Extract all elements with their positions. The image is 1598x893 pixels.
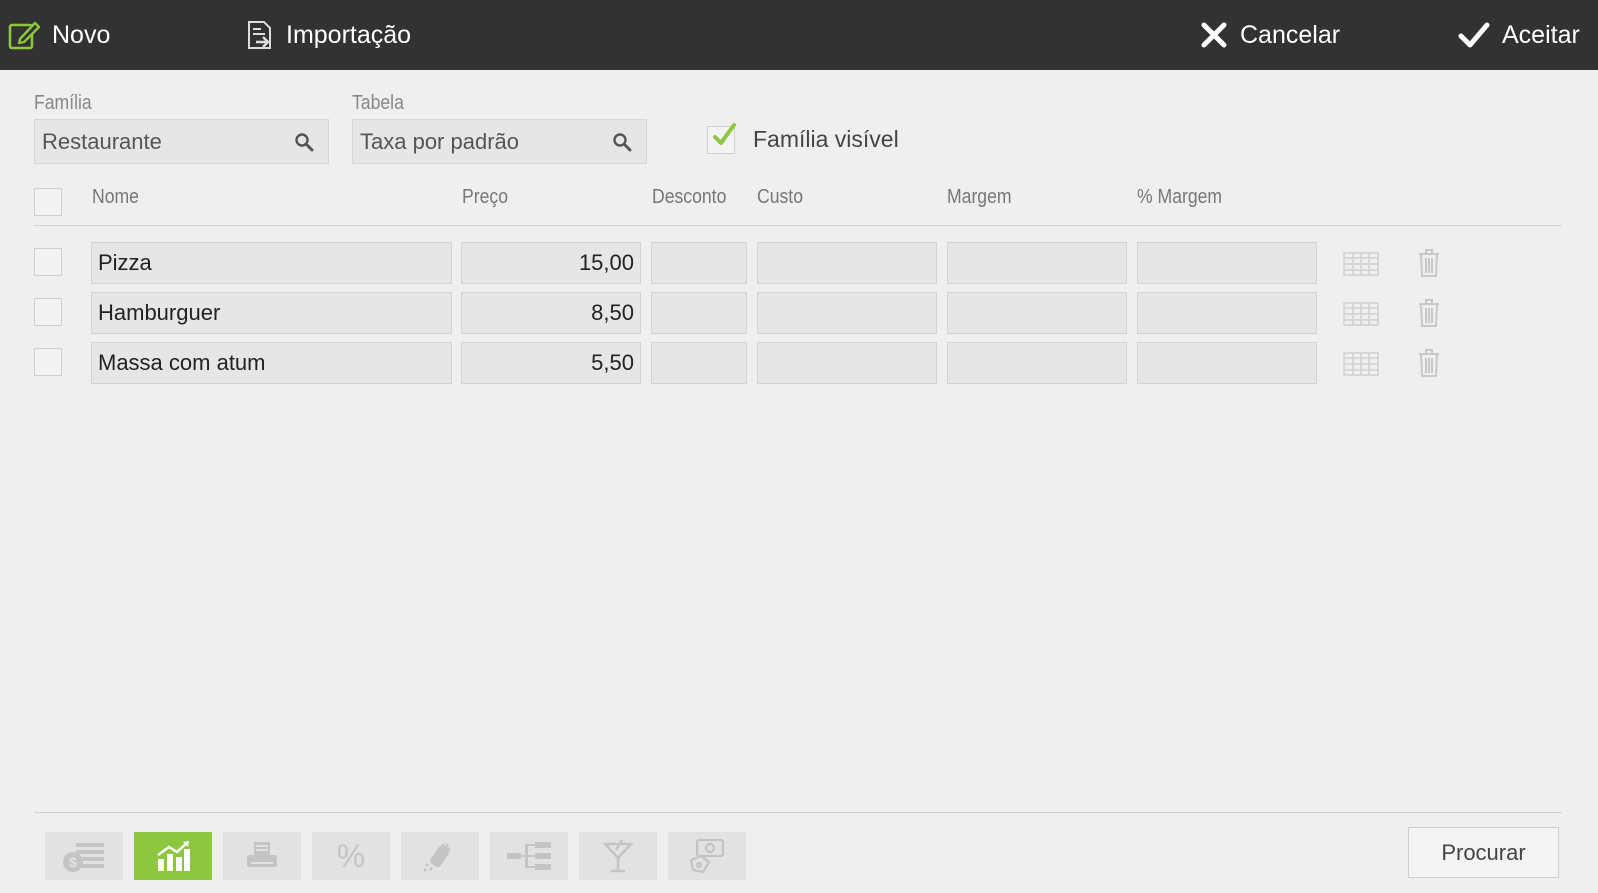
column-header-name[interactable]: Nome	[92, 186, 139, 209]
family-value: Restaurante	[42, 128, 162, 154]
tab-price-tag[interactable]	[668, 832, 746, 880]
discount-input[interactable]	[651, 292, 747, 334]
footer-divider	[34, 812, 1562, 813]
top-toolbar: Novo Importação Cancelar Aceitar	[0, 0, 1598, 70]
row-checkbox[interactable]	[34, 248, 62, 276]
hierarchy-icon	[507, 842, 551, 870]
cancel-label: Cancelar	[1240, 20, 1341, 49]
family-visible-label: Família visível	[753, 126, 899, 152]
chart-growth-icon	[157, 841, 190, 871]
checkmark-icon	[1458, 21, 1490, 49]
close-icon	[1200, 21, 1228, 49]
tab-cocktail[interactable]	[579, 832, 657, 880]
table-label: Tabela	[352, 92, 404, 114]
select-all-checkbox[interactable]	[34, 188, 62, 216]
margin-pct-input[interactable]	[1137, 342, 1317, 384]
new-button[interactable]: Novo	[8, 0, 110, 70]
price-input[interactable]: 8,50	[461, 292, 641, 334]
family-label: Família	[34, 92, 92, 114]
column-header-price[interactable]: Preço	[462, 186, 508, 209]
margin-input[interactable]	[947, 292, 1127, 334]
grid-icon[interactable]	[1343, 352, 1379, 381]
name-input[interactable]: Pizza	[91, 242, 452, 284]
grid-icon[interactable]	[1343, 302, 1379, 331]
printer-icon	[247, 842, 277, 867]
cost-input[interactable]	[757, 242, 937, 284]
tab-printer[interactable]	[223, 832, 301, 880]
table-field[interactable]: Taxa por padrão	[352, 119, 647, 164]
family-field[interactable]: Restaurante	[34, 119, 329, 164]
trash-icon[interactable]	[1418, 249, 1440, 282]
cost-input[interactable]	[757, 292, 937, 334]
column-header-discount[interactable]: Desconto	[652, 186, 726, 209]
new-label: Novo	[52, 20, 111, 49]
edit-icon	[8, 19, 40, 51]
name-input[interactable]: Hamburguer	[91, 292, 452, 334]
margin-input[interactable]	[947, 242, 1127, 284]
margin-pct-input[interactable]	[1137, 242, 1317, 284]
row-checkbox[interactable]	[34, 298, 62, 326]
tab-percent[interactable]: %	[312, 832, 390, 880]
row-checkbox[interactable]	[34, 348, 62, 376]
grid-icon[interactable]	[1343, 252, 1379, 281]
import-label: Importação	[286, 20, 412, 49]
price-tag-icon	[689, 838, 725, 874]
column-header-margin-pct[interactable]: % Margem	[1137, 186, 1222, 209]
trash-icon[interactable]	[1418, 349, 1440, 382]
search-icon[interactable]	[612, 132, 632, 158]
family-visible-checkbox[interactable]	[707, 123, 736, 154]
svg-text:$: $	[69, 854, 77, 870]
tab-chart-growth[interactable]	[134, 832, 212, 880]
salt-shaker-icon	[423, 843, 451, 872]
margin-input[interactable]	[947, 342, 1127, 384]
percent-icon: %	[336, 837, 366, 874]
discount-input[interactable]	[651, 242, 747, 284]
checkmark-icon	[713, 123, 736, 145]
header-divider	[34, 225, 1562, 226]
money-list-icon: $	[63, 843, 104, 872]
search-icon[interactable]	[294, 132, 314, 158]
cocktail-icon	[602, 839, 634, 873]
discount-input[interactable]	[651, 342, 747, 384]
cost-input[interactable]	[757, 342, 937, 384]
price-input[interactable]: 15,00	[461, 242, 641, 284]
margin-pct-input[interactable]	[1137, 292, 1317, 334]
accept-button[interactable]: Aceitar	[1458, 0, 1580, 70]
import-icon	[246, 20, 274, 50]
trash-icon[interactable]	[1418, 299, 1440, 332]
tab-money-list[interactable]: $	[45, 832, 123, 880]
table-value: Taxa por padrão	[360, 128, 519, 154]
column-header-cost[interactable]: Custo	[757, 186, 803, 209]
search-button[interactable]: Procurar	[1408, 827, 1559, 878]
name-input[interactable]: Massa com atum	[91, 342, 452, 384]
tab-salt-shaker[interactable]	[401, 832, 479, 880]
cancel-button[interactable]: Cancelar	[1200, 0, 1340, 70]
column-header-margin[interactable]: Margem	[947, 186, 1012, 209]
import-button[interactable]: Importação	[246, 0, 411, 70]
tab-hierarchy[interactable]	[490, 832, 568, 880]
accept-label: Aceitar	[1502, 20, 1580, 49]
price-input[interactable]: 5,50	[461, 342, 641, 384]
